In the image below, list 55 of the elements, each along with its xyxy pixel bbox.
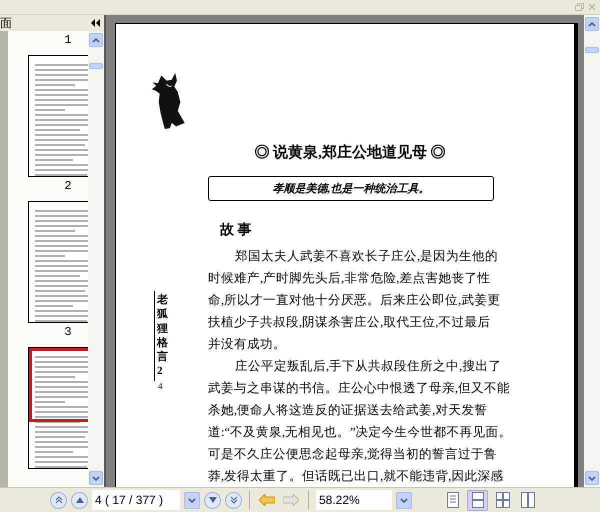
grid-pages-icon	[496, 492, 510, 508]
section-heading: 故 事	[220, 221, 252, 239]
scroll-down-button[interactable]	[89, 471, 103, 485]
body-text-line: 可是不久庄公便思念起母亲,觉得当初的誓言过于鲁	[208, 446, 498, 463]
page-number-field[interactable]: 4 ( 17 / 377 )	[92, 490, 180, 510]
scroll-up-button[interactable]	[585, 17, 599, 31]
body-text-line: 郑国太夫人武姜不喜欢长子庄公,是因为生他的	[235, 248, 498, 265]
page-number: 3	[63, 325, 73, 339]
arrow-left-icon	[259, 494, 275, 506]
page-thumbnail[interactable]	[28, 347, 88, 469]
body-text-line: 扶植少子共叔段,阴谋杀害庄公,取代王位,不过最后	[208, 314, 490, 331]
scrollbar-thumb[interactable]	[89, 63, 103, 69]
previous-page-button[interactable]	[71, 492, 88, 508]
page-number: 4	[158, 380, 162, 391]
view-mode-button[interactable]	[467, 490, 488, 510]
chevron-down-icon	[400, 498, 408, 502]
page-thumbnail[interactable]	[28, 201, 88, 323]
chevron-down-icon	[588, 476, 596, 480]
scroll-down-button[interactable]	[585, 471, 599, 485]
panel-title: 面	[0, 14, 12, 32]
arrow-right-icon	[283, 494, 299, 506]
zoom-dropdown-button[interactable]	[396, 492, 412, 508]
single-page-icon	[446, 492, 458, 508]
double-chevron-up-icon	[54, 496, 62, 504]
body-text-line: 莽,发得太重了。但话既已出口,就不能违背,因此深感	[208, 468, 504, 485]
body-text-line: 时候难产,产时脚先头后,非常危险,差点害她丧了性	[208, 270, 490, 287]
body-text-line: 庄公平定叛乱后,手下从共叔段住所之中,搜出了	[235, 358, 502, 375]
triangle-up-icon	[76, 497, 84, 503]
chevron-up-icon	[588, 22, 596, 26]
collapse-icon[interactable]	[91, 19, 100, 27]
page-number: 2	[63, 179, 73, 193]
last-page-button[interactable]	[225, 492, 242, 508]
page-thumbnail[interactable]	[28, 55, 88, 177]
next-page-button[interactable]	[204, 492, 221, 508]
first-page-button[interactable]	[50, 492, 67, 508]
chevron-down-icon	[188, 498, 196, 502]
double-chevron-down-icon	[230, 496, 238, 504]
zoom-field[interactable]: 58.22%	[316, 490, 392, 510]
body-text-line: 武姜与之串谋的书信。庄公心中恨透了母亲,但又不能	[208, 380, 510, 397]
body-text-line: 命,所以才一直对他十分厌恶。后来庄公即位,武姜更	[208, 292, 500, 309]
continuous-pages-icon	[472, 492, 484, 508]
side-title: 老狐狸格言2	[154, 291, 170, 381]
quote-banner: 孝顺是美德,也是一种统治工具。	[208, 176, 494, 201]
triangle-down-icon	[208, 497, 216, 503]
page-dropdown-button[interactable]	[184, 492, 200, 508]
chapter-title: ◎ 说黄泉,郑庄公地道见母 ◎	[253, 143, 447, 162]
two-page-icon	[520, 492, 534, 508]
scrollbar-thumb[interactable]	[585, 47, 599, 53]
page-number: 1	[63, 33, 73, 47]
scroll-up-button[interactable]	[89, 33, 103, 47]
body-text-line: 杀她,便命人将这造反的证据送去给武姜,对天发誓	[208, 402, 488, 419]
body-text-line: 并没有成功。	[208, 336, 286, 353]
chevron-down-icon	[92, 476, 100, 480]
body-text-line: 道:“不及黄泉,无相见也。”决定今生今世都不再见面。	[208, 424, 512, 441]
chevron-up-icon	[92, 38, 100, 42]
